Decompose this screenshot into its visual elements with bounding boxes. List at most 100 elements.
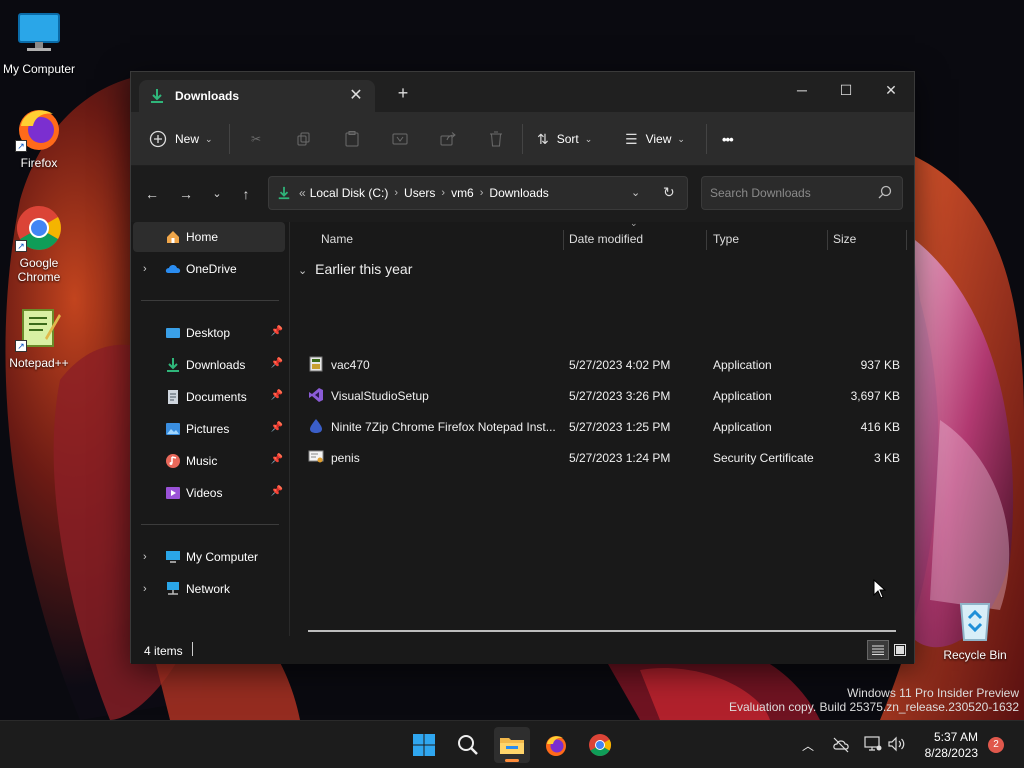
column-header-name[interactable]: Name (321, 222, 353, 256)
copy-button[interactable] (291, 126, 317, 152)
file-explorer-window[interactable]: Downloads ✕ + ─ ☐ ✕ New ⌄ ✂ ⇅ Sort ⌄ ☰ V… (130, 71, 915, 664)
search-box[interactable] (701, 176, 903, 210)
desktop-icon-recycle-bin[interactable]: Recycle Bin (936, 596, 1014, 662)
file-explorer-taskbar-button[interactable] (494, 727, 530, 763)
view-button[interactable]: ☰ View ⌄ (625, 126, 685, 152)
chrome-taskbar-button[interactable] (582, 727, 618, 763)
paste-button[interactable] (339, 126, 365, 152)
documents-folder-icon (168, 390, 178, 404)
volume-icon[interactable] (888, 736, 906, 752)
group-header[interactable]: ⌄ Earlier this year (298, 256, 412, 282)
column-separator[interactable] (906, 230, 907, 250)
address-dropdown-icon[interactable]: ⌄ (631, 186, 640, 199)
column-header-date-modified[interactable]: Date modified (569, 222, 643, 256)
folder-icon (500, 738, 524, 754)
notification-badge[interactable]: 2 (988, 737, 1004, 753)
share-button[interactable] (435, 126, 461, 152)
search-input[interactable] (702, 177, 872, 209)
desktop-icon-label: Firefox (20, 156, 58, 170)
minimize-button[interactable]: ─ (779, 76, 825, 104)
new-tab-button[interactable]: + (393, 84, 413, 104)
cloud-offline-icon[interactable] (832, 737, 850, 753)
chevron-down-icon[interactable]: ⌄ (298, 265, 307, 277)
sidebar-item-home[interactable]: Home (133, 222, 285, 252)
desktop-icon-chrome[interactable]: ↗ Google Chrome (0, 204, 78, 284)
watermark-line-2: Evaluation copy. Build 25375.zn_release.… (729, 700, 1019, 714)
pin-icon[interactable]: 📌 (271, 454, 283, 465)
more-options-button[interactable]: ••• (722, 126, 734, 152)
sidebar-item-downloads[interactable]: Downloads 📌 (133, 350, 285, 380)
table-row[interactable]: VisualStudioSetup 5/27/2023 3:26 PM Appl… (290, 380, 900, 411)
chevron-right-icon[interactable]: › (143, 583, 147, 595)
navigation-pane: Home › OneDrive Desktop 📌 Downloads 📌 Do… (131, 222, 289, 636)
details-view-button[interactable] (867, 640, 889, 660)
title-bar[interactable]: Downloads ✕ + ─ ☐ ✕ (131, 72, 914, 112)
address-bar-row: ← → ⌄ ↑ « Local Disk (C:) › Users › vm6 … (131, 166, 914, 222)
search-icon[interactable] (878, 185, 892, 199)
sidebar-item-music[interactable]: Music 📌 (133, 446, 285, 476)
recent-locations-button[interactable]: ⌄ (206, 183, 228, 205)
chevron-right-icon[interactable]: › (480, 187, 484, 199)
sidebar-item-documents[interactable]: Documents 📌 (133, 382, 285, 412)
firefox-taskbar-button[interactable] (538, 727, 574, 763)
new-button[interactable]: New ⌄ (149, 126, 213, 152)
cut-button[interactable]: ✂ (243, 126, 269, 152)
table-row[interactable]: penis 5/27/2023 1:24 PM Security Certifi… (290, 442, 900, 473)
chevron-right-icon[interactable]: › (394, 187, 398, 199)
crumb-users[interactable]: Users (404, 186, 435, 200)
chevron-right-icon[interactable]: › (143, 551, 147, 563)
sidebar-item-pictures[interactable]: Pictures 📌 (133, 414, 285, 444)
column-header-type[interactable]: Type (713, 222, 739, 256)
close-tab-icon[interactable]: ✕ (347, 87, 365, 105)
rename-icon (387, 126, 413, 152)
network-status-icon[interactable] (864, 736, 882, 752)
table-row[interactable]: Ninite 7Zip Chrome Firefox Notepad Inst.… (290, 411, 900, 442)
system-clock[interactable]: 5:37 AM 8/28/2023 (910, 729, 978, 761)
tiles-view-button[interactable] (890, 640, 910, 660)
recycle-bin-icon (951, 596, 999, 644)
tab-downloads[interactable]: Downloads ✕ (139, 80, 375, 112)
back-button[interactable]: ← (141, 183, 163, 205)
pin-icon[interactable]: 📌 (271, 358, 283, 369)
sidebar-item-my-computer[interactable]: › My Computer (133, 542, 285, 572)
show-hidden-icons-button[interactable]: ︿ (802, 737, 814, 754)
pin-icon[interactable]: 📌 (271, 390, 283, 401)
rename-button[interactable] (387, 126, 413, 152)
sidebar-item-videos[interactable]: Videos 📌 (133, 478, 285, 508)
desktop-icon-firefox[interactable]: ↗ Firefox (0, 104, 78, 170)
pin-icon[interactable]: 📌 (271, 422, 283, 433)
crumb-vm6[interactable]: vm6 (451, 186, 474, 200)
forward-button[interactable]: → (175, 183, 197, 205)
column-separator[interactable] (827, 230, 828, 250)
column-header-size[interactable]: Size (833, 222, 856, 256)
sidebar-item-label: OneDrive (186, 262, 237, 276)
up-button[interactable]: ↑ (235, 183, 257, 205)
crumb-local-disk[interactable]: Local Disk (C:) (310, 186, 389, 200)
chevron-right-icon[interactable]: › (143, 263, 147, 275)
maximize-button[interactable]: ☐ (823, 76, 869, 104)
horizontal-scrollbar[interactable] (308, 630, 896, 632)
close-button[interactable]: ✕ (868, 76, 914, 104)
desktop-icon-notepadpp[interactable]: ↗ Notepad++ (0, 304, 78, 370)
delete-button[interactable] (483, 126, 509, 152)
refresh-icon[interactable]: ↻ (663, 184, 675, 201)
search-taskbar-button[interactable] (450, 727, 486, 763)
address-bar[interactable]: « Local Disk (C:) › Users › vm6 › Downlo… (268, 176, 688, 210)
table-row[interactable]: vac470 5/27/2023 4:02 PM Application 937… (290, 349, 900, 380)
pin-icon[interactable]: 📌 (271, 486, 283, 497)
pin-icon[interactable]: 📌 (271, 326, 283, 337)
watermark-line-1: Windows 11 Pro Insider Preview (847, 686, 1019, 700)
sidebar-item-desktop[interactable]: Desktop 📌 (133, 318, 285, 348)
column-separator[interactable] (706, 230, 707, 250)
sidebar-item-network[interactable]: › Network (133, 574, 285, 604)
chevron-down-icon: ⌄ (677, 133, 685, 144)
sidebar-item-onedrive[interactable]: › OneDrive (133, 254, 285, 284)
start-button[interactable] (406, 727, 442, 763)
shortcut-arrow-icon: ↗ (15, 240, 27, 252)
chevron-right-icon[interactable]: › (441, 187, 445, 199)
overflow-crumb[interactable]: « (299, 186, 306, 200)
column-separator[interactable] (563, 230, 564, 250)
desktop-icon-my-computer[interactable]: My Computer (0, 10, 78, 76)
crumb-downloads[interactable]: Downloads (489, 186, 548, 200)
sort-button[interactable]: ⇅ Sort ⌄ (537, 126, 592, 152)
